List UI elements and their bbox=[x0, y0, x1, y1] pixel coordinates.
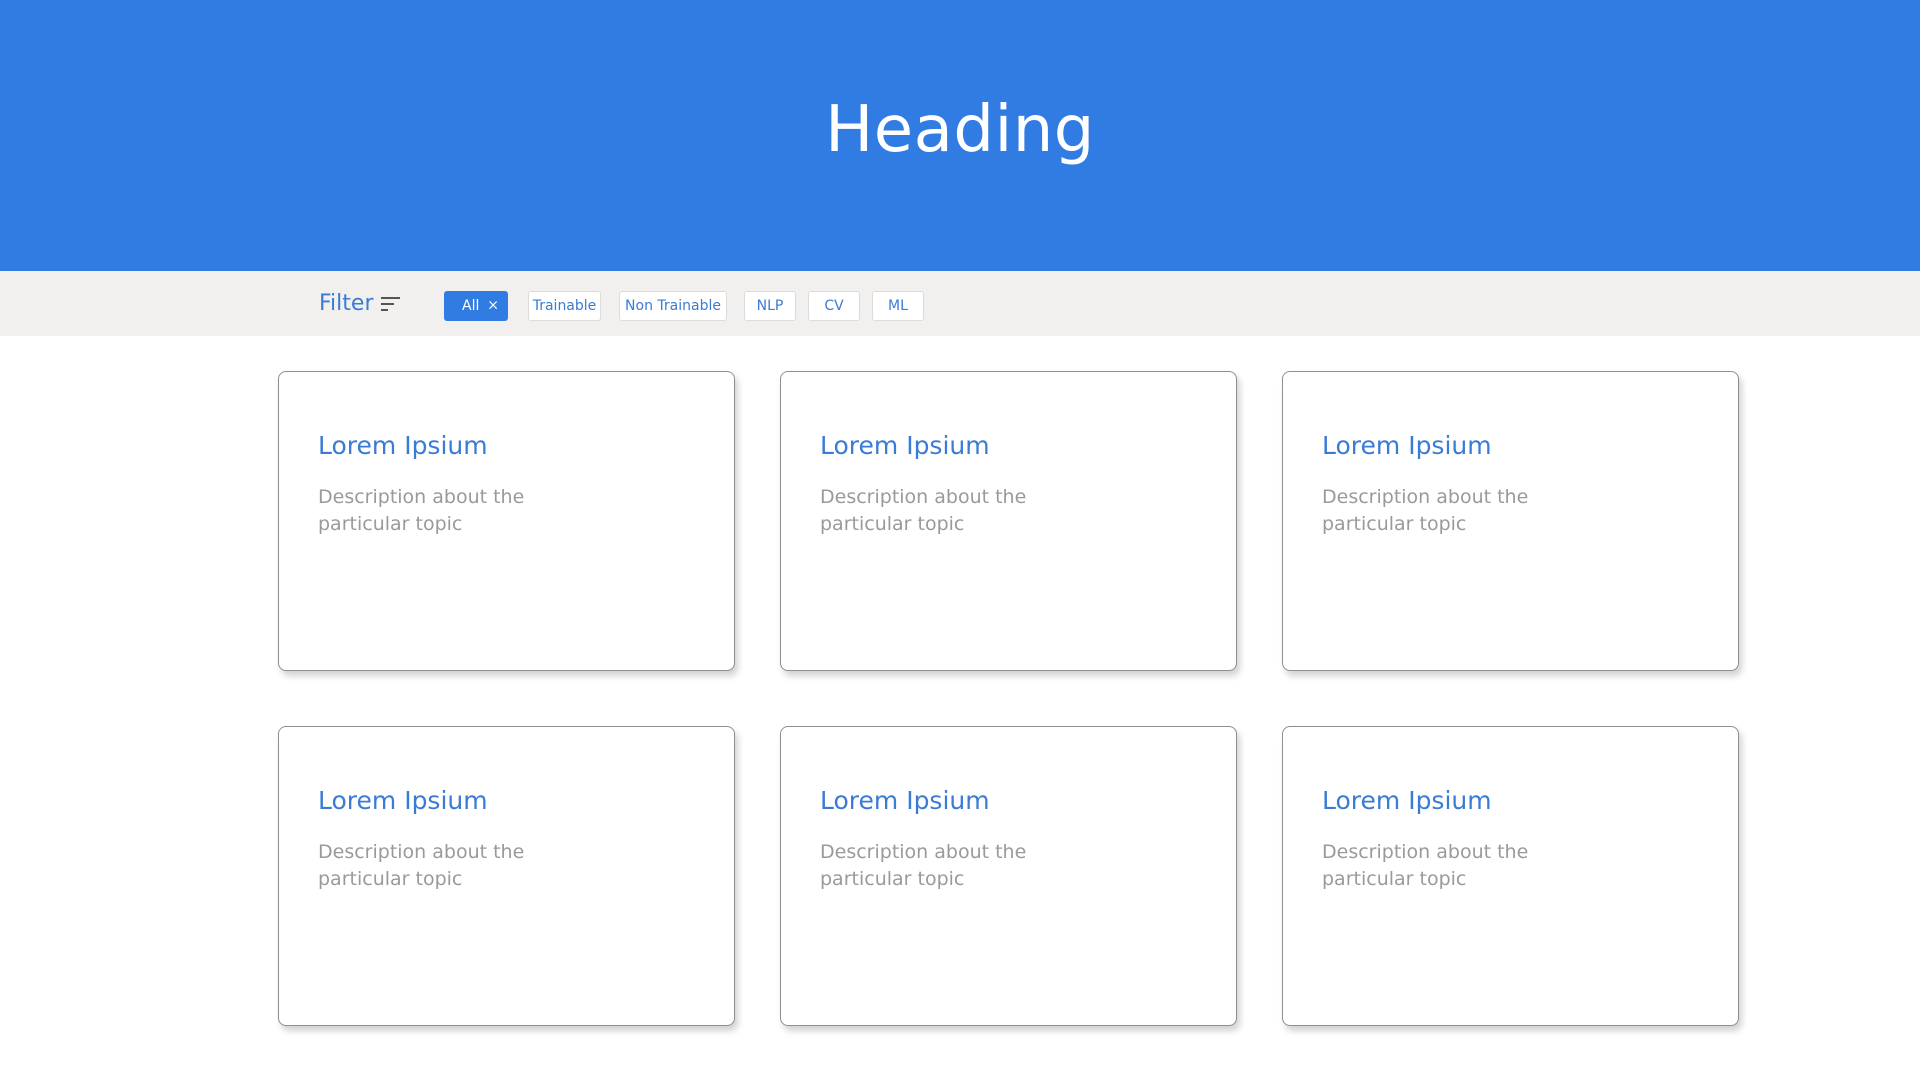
topic-card[interactable]: Lorem Ipsium Description about the parti… bbox=[780, 726, 1237, 1026]
chip-ml[interactable]: ML bbox=[872, 291, 924, 321]
card-description: Description about the particular topic bbox=[820, 486, 1027, 535]
hero-banner: Heading bbox=[0, 0, 1920, 271]
chip-all[interactable]: All × bbox=[444, 291, 508, 321]
card-title: Lorem Ipsium bbox=[318, 431, 488, 460]
sort-lines-icon bbox=[381, 296, 401, 311]
close-icon[interactable]: × bbox=[487, 298, 499, 314]
chip-label: Trainable bbox=[532, 298, 597, 314]
topic-card[interactable]: Lorem Ipsium Description about the parti… bbox=[278, 371, 735, 671]
card-title: Lorem Ipsium bbox=[1322, 786, 1492, 815]
card-title: Lorem Ipsium bbox=[1322, 431, 1492, 460]
topic-card[interactable]: Lorem Ipsium Description about the parti… bbox=[1282, 371, 1739, 671]
topic-card[interactable]: Lorem Ipsium Description about the parti… bbox=[278, 726, 735, 1026]
chip-label: ML bbox=[888, 298, 908, 314]
chip-cv[interactable]: CV bbox=[808, 291, 860, 321]
filter-bar: Filter All × Trainable Non Trainable NLP… bbox=[0, 271, 1920, 336]
card-description: Description about the particular topic bbox=[318, 486, 525, 535]
card-title: Lorem Ipsium bbox=[820, 786, 990, 815]
chip-trainable[interactable]: Trainable bbox=[528, 291, 601, 321]
filter-button[interactable]: Filter bbox=[319, 271, 401, 336]
chip-label: All bbox=[462, 298, 480, 314]
card-description: Description about the particular topic bbox=[318, 841, 525, 890]
chip-non-trainable[interactable]: Non Trainable bbox=[619, 291, 727, 321]
card-description: Description about the particular topic bbox=[1322, 486, 1529, 535]
topic-card[interactable]: Lorem Ipsium Description about the parti… bbox=[1282, 726, 1739, 1026]
card-description: Description about the particular topic bbox=[1322, 841, 1529, 890]
card-description: Description about the particular topic bbox=[820, 841, 1027, 890]
chip-nlp[interactable]: NLP bbox=[744, 291, 796, 321]
topic-card[interactable]: Lorem Ipsium Description about the parti… bbox=[780, 371, 1237, 671]
filter-label: Filter bbox=[319, 291, 374, 316]
page-heading: Heading bbox=[825, 92, 1095, 167]
chip-label: NLP bbox=[756, 298, 784, 314]
card-title: Lorem Ipsium bbox=[318, 786, 488, 815]
card-title: Lorem Ipsium bbox=[820, 431, 990, 460]
chip-label: Non Trainable bbox=[625, 298, 721, 314]
chip-label: CV bbox=[824, 298, 844, 314]
